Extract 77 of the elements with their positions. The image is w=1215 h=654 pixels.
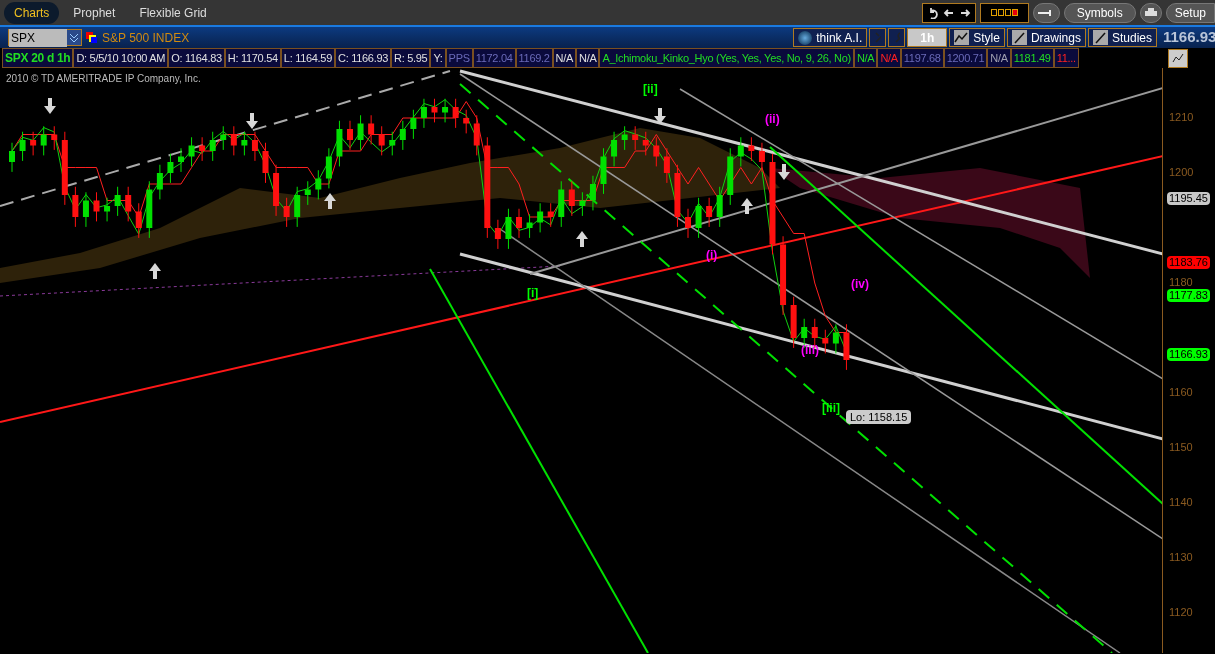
info-cell: C: 1166.93 — [335, 48, 392, 68]
tab[interactable]: Flexible Grid — [129, 1, 217, 24]
tab[interactable]: Prophet — [63, 1, 126, 24]
price-badge: 1177.83 — [1167, 289, 1210, 302]
wave-label: [i] — [527, 287, 539, 299]
setup-button[interactable]: Setup — [1165, 2, 1215, 23]
tool-icon — [1011, 30, 1027, 45]
price-badge: 1195.45 — [1167, 192, 1210, 205]
down-arrow-icon — [654, 108, 666, 124]
wave-label: (iv) — [851, 278, 869, 290]
wave-label: [ii] — [643, 83, 658, 95]
info-cell: O: 1164.83 — [168, 48, 225, 68]
chart-settings-button[interactable] — [1168, 48, 1188, 68]
info-cell: 1181.49 — [1010, 48, 1054, 68]
tool-icon[interactable] — [869, 28, 887, 47]
price-tick: 1140 — [1169, 497, 1193, 508]
up-arrow-icon — [741, 198, 753, 214]
up-arrow-icon — [324, 193, 336, 209]
info-cell: 1172.04 — [472, 48, 516, 68]
info-cell: H: 1170.54 — [224, 48, 281, 68]
info-cell: R: 5.95 — [391, 48, 431, 68]
link-squares-icon[interactable] — [86, 31, 98, 44]
chart-icon — [1172, 52, 1184, 64]
tab[interactable]: Charts — [4, 1, 60, 24]
info-cell: D: 5/5/10 10:00 AM — [73, 48, 169, 68]
forward-icon[interactable] — [958, 6, 971, 19]
wave-label: (i) — [706, 249, 718, 261]
price-tick: 1200 — [1169, 167, 1194, 178]
printer-icon — [1144, 7, 1157, 18]
style-button[interactable]: Style — [949, 28, 1005, 47]
globe-icon — [798, 30, 813, 45]
last-price: 1166.93 — [1163, 27, 1215, 48]
info-cell: Y: — [430, 48, 446, 68]
up-arrow-icon — [149, 263, 161, 279]
info-cell: 1200.71 — [943, 48, 988, 68]
back-icon[interactable] — [942, 6, 955, 19]
price-tick: 1210 — [1169, 112, 1194, 123]
price-tick: 1150 — [1169, 442, 1193, 453]
tool-icon — [1092, 30, 1108, 45]
up-arrow-icon — [576, 231, 588, 247]
down-arrow-icon — [778, 164, 790, 180]
copyright-text: 2010 © TD AMERITRADE IP Company, Inc. — [6, 72, 201, 86]
down-arrow-icon — [246, 113, 258, 129]
tool-icon — [954, 30, 970, 45]
symbol-field[interactable]: SPX — [8, 29, 82, 46]
price-badge: 1166.93 — [1167, 348, 1210, 361]
studies-button[interactable]: Studies — [1087, 28, 1157, 47]
price-tick: 1130 — [1169, 552, 1193, 563]
symbol-description: S&P 500 INDEX — [102, 29, 190, 47]
price-badge: 1183.76 — [1167, 256, 1210, 269]
down-arrow-icon — [44, 98, 56, 114]
info-cell: N/A — [877, 48, 901, 68]
info-cell: 1169.2 — [515, 48, 553, 68]
info-cell: N/A — [552, 48, 577, 68]
low-price-label: Lo: 1158.15 — [846, 410, 912, 424]
info-cell: L: 1164.59 — [280, 48, 335, 68]
wave-label: (ii) — [765, 113, 780, 125]
print-button[interactable] — [1139, 2, 1162, 23]
symbols-button[interactable]: Symbols — [1063, 2, 1136, 23]
info-cell: N/A — [576, 48, 600, 68]
info-cell: N/A — [853, 48, 878, 68]
info-cell: 1197.68 — [900, 48, 944, 68]
price-tick: 1120 — [1169, 607, 1193, 618]
wave-label: (iii) — [801, 344, 819, 356]
info-cell: A_Ichimoku_Kinko_Hyo (Yes, Yes, Yes, No, 9, 26, No) — [599, 48, 854, 68]
price-tick: 1160 — [1169, 387, 1193, 398]
zoom-indicator[interactable] — [979, 2, 1029, 23]
wave-label: [iii] — [822, 402, 840, 414]
info-cell: PPS — [445, 48, 473, 68]
wrench-button[interactable] — [1032, 2, 1060, 23]
drawings-button[interactable]: Drawings — [1006, 28, 1086, 47]
dropdown-icon[interactable] — [67, 30, 81, 45]
price-tick: 1180 — [1169, 277, 1193, 288]
info-cell: 11... — [1053, 48, 1079, 68]
info-cell: N/A — [987, 48, 1011, 68]
info-cell: SPX 20 d 1h — [2, 48, 74, 68]
think-ai-button[interactable]: think A.I. — [793, 28, 868, 47]
